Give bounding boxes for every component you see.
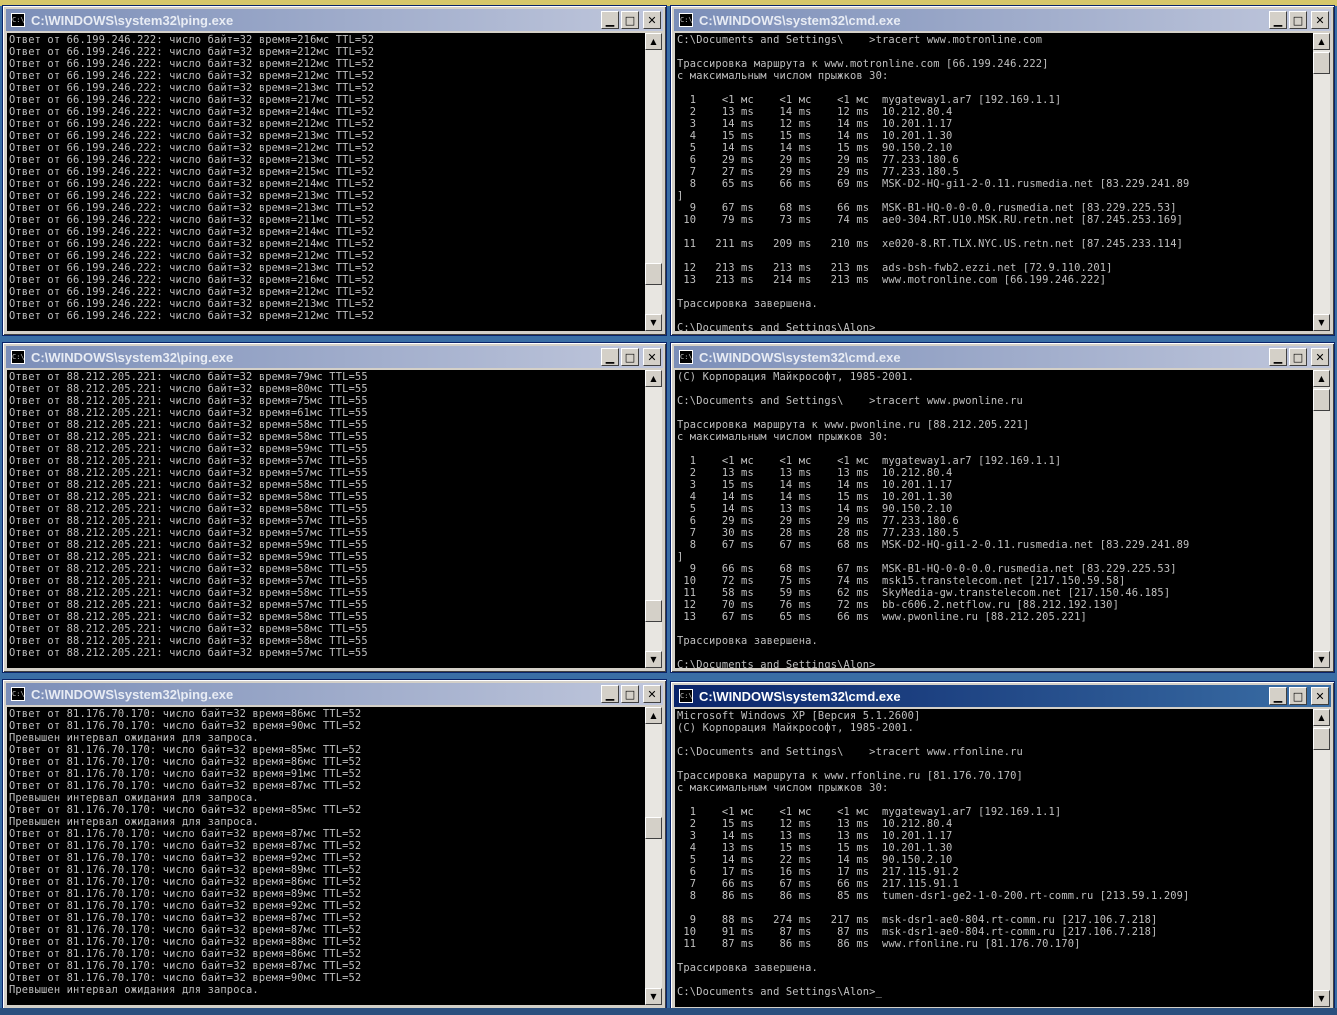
window-title: C:\WINDOWS\system32\ping.exe: [31, 686, 234, 702]
minimize-button[interactable]: ▁: [601, 685, 619, 703]
close-button[interactable]: ✕: [643, 685, 661, 703]
close-button[interactable]: ✕: [1311, 11, 1329, 29]
title-bar[interactable]: C:\ C:\WINDOWS\system32\ping.exe ▁ □ ✕: [6, 9, 663, 31]
window-title: C:\WINDOWS\system32\cmd.exe: [699, 688, 901, 704]
scrollbar-thumb[interactable]: [645, 600, 662, 622]
title-bar[interactable]: C:\ C:\WINDOWS\system32\ping.exe ▁ □ ✕: [6, 346, 663, 368]
minimize-button[interactable]: ▁: [601, 11, 619, 29]
close-button[interactable]: ✕: [643, 11, 661, 29]
maximize-button[interactable]: □: [1289, 11, 1307, 29]
maximize-button[interactable]: □: [621, 11, 639, 29]
console-app-icon[interactable]: C:\: [679, 13, 693, 27]
text-cursor: _: [875, 986, 882, 998]
scroll-down-arrow-icon[interactable]: ▼: [645, 988, 662, 1005]
cmd-window-tracert-rfonline[interactable]: C:\ C:\WINDOWS\system32\cmd.exe ▁ □ ✕ Mi…: [670, 681, 1335, 1012]
console-text: C:\Documents and Settings\ >tracert www.…: [677, 34, 1190, 331]
scrollbar-thumb[interactable]: [1313, 52, 1330, 74]
console-app-icon[interactable]: C:\: [11, 687, 25, 701]
window-title: C:\WINDOWS\system32\ping.exe: [31, 349, 234, 365]
window-title: C:\WINDOWS\system32\cmd.exe: [699, 349, 901, 365]
console-text: Ответ от 66.199.246.222: число байт=32 в…: [9, 34, 375, 322]
console-output-area[interactable]: C:\Documents and Settings\ >tracert www.…: [675, 33, 1313, 331]
scrollbar-thumb[interactable]: [645, 817, 662, 839]
close-button[interactable]: ✕: [1311, 687, 1329, 705]
scrollbar-thumb[interactable]: [1313, 389, 1330, 411]
minimize-button[interactable]: ▁: [1269, 11, 1287, 29]
console-output-area[interactable]: Microsoft Windows XP [Версия 5.1.2600] (…: [675, 709, 1313, 1007]
maximize-button[interactable]: □: [621, 685, 639, 703]
ping-window-pwonline[interactable]: C:\ C:\WINDOWS\system32\ping.exe ▁ □ ✕ О…: [2, 342, 667, 673]
minimize-button[interactable]: ▁: [601, 348, 619, 366]
vertical-scrollbar[interactable]: ▲ ▼: [1313, 370, 1330, 668]
cmd-window-tracert-pwonline[interactable]: C:\ C:\WINDOWS\system32\cmd.exe ▁ □ ✕ (C…: [670, 342, 1335, 673]
window-title: C:\WINDOWS\system32\ping.exe: [31, 12, 234, 28]
scroll-up-arrow-icon[interactable]: ▲: [1313, 33, 1330, 50]
ping-window-rfonline[interactable]: C:\ C:\WINDOWS\system32\ping.exe ▁ □ ✕ О…: [2, 679, 667, 1010]
minimize-button[interactable]: ▁: [1269, 687, 1287, 705]
console-text: (C) Корпорация Майкрософт, 1985-2001. C:…: [677, 371, 1190, 668]
scroll-up-arrow-icon[interactable]: ▲: [1313, 370, 1330, 387]
maximize-button[interactable]: □: [1289, 687, 1307, 705]
console-output-area[interactable]: Ответ от 88.212.205.221: число байт=32 в…: [7, 370, 645, 668]
maximize-button[interactable]: □: [621, 348, 639, 366]
console-output-area[interactable]: Ответ от 81.176.70.170: число байт=32 вр…: [7, 707, 645, 1005]
scroll-down-arrow-icon[interactable]: ▼: [645, 314, 662, 331]
console-app-icon[interactable]: C:\: [679, 689, 693, 703]
title-bar[interactable]: C:\ C:\WINDOWS\system32\cmd.exe ▁ □ ✕: [674, 9, 1331, 31]
close-button[interactable]: ✕: [643, 348, 661, 366]
console-text: Ответ от 81.176.70.170: число байт=32 вр…: [9, 708, 362, 996]
title-bar[interactable]: C:\ C:\WINDOWS\system32\ping.exe ▁ □ ✕: [6, 683, 663, 705]
console-app-icon[interactable]: C:\: [679, 350, 693, 364]
minimize-button[interactable]: ▁: [1269, 348, 1287, 366]
console-text: Microsoft Windows XP [Версия 5.1.2600] (…: [677, 710, 1190, 998]
scroll-down-arrow-icon[interactable]: ▼: [645, 651, 662, 668]
console-text: Ответ от 88.212.205.221: число байт=32 в…: [9, 371, 368, 659]
scroll-up-arrow-icon[interactable]: ▲: [1313, 709, 1330, 726]
vertical-scrollbar[interactable]: ▲ ▼: [645, 370, 662, 668]
vertical-scrollbar[interactable]: ▲ ▼: [1313, 709, 1330, 1007]
console-output-area[interactable]: Ответ от 66.199.246.222: число байт=32 в…: [7, 33, 645, 331]
scroll-down-arrow-icon[interactable]: ▼: [1313, 314, 1330, 331]
vertical-scrollbar[interactable]: ▲ ▼: [1313, 33, 1330, 331]
scroll-up-arrow-icon[interactable]: ▲: [645, 33, 662, 50]
close-button[interactable]: ✕: [1311, 348, 1329, 366]
vertical-scrollbar[interactable]: ▲ ▼: [645, 707, 662, 1005]
scroll-down-arrow-icon[interactable]: ▼: [1313, 990, 1330, 1007]
console-app-icon[interactable]: C:\: [11, 13, 25, 27]
window-title: C:\WINDOWS\system32\cmd.exe: [699, 12, 901, 28]
scroll-up-arrow-icon[interactable]: ▲: [645, 370, 662, 387]
cmd-window-tracert-motronline[interactable]: C:\ C:\WINDOWS\system32\cmd.exe ▁ □ ✕ C:…: [670, 5, 1335, 336]
desktop-background-bottom: [0, 1008, 1337, 1015]
console-output-area[interactable]: (C) Корпорация Майкрософт, 1985-2001. C:…: [675, 370, 1313, 668]
vertical-scrollbar[interactable]: ▲ ▼: [645, 33, 662, 331]
title-bar[interactable]: C:\ C:\WINDOWS\system32\cmd.exe ▁ □ ✕: [674, 685, 1331, 707]
scroll-down-arrow-icon[interactable]: ▼: [1313, 651, 1330, 668]
scrollbar-thumb[interactable]: [645, 263, 662, 285]
console-app-icon[interactable]: C:\: [11, 350, 25, 364]
maximize-button[interactable]: □: [1289, 348, 1307, 366]
scrollbar-thumb[interactable]: [1313, 728, 1330, 750]
ping-window-motronline[interactable]: C:\ C:\WINDOWS\system32\ping.exe ▁ □ ✕ О…: [2, 5, 667, 336]
scroll-up-arrow-icon[interactable]: ▲: [645, 707, 662, 724]
title-bar[interactable]: C:\ C:\WINDOWS\system32\cmd.exe ▁ □ ✕: [674, 346, 1331, 368]
